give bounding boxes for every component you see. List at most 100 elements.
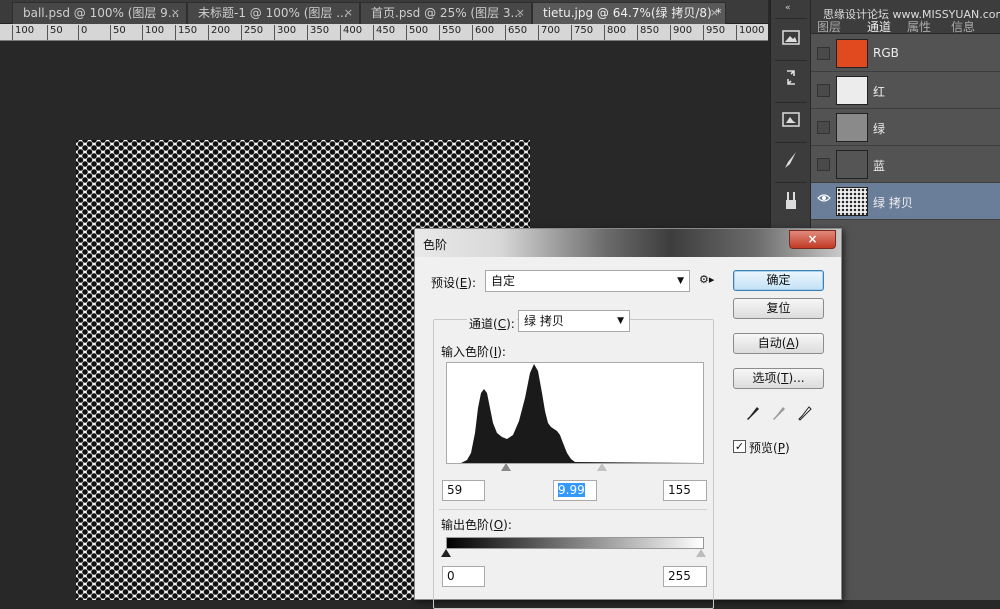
tab-close-icon[interactable]: ×: [171, 3, 180, 23]
gray-eyedropper-icon[interactable]: [771, 405, 787, 423]
output-black-field[interactable]: 0: [442, 566, 485, 587]
channel-label: 蓝: [873, 159, 886, 173]
channel-row-green-copy[interactable]: 绿 拷贝: [811, 183, 1000, 220]
output-white-slider[interactable]: [696, 549, 706, 557]
ruler-label: 750: [571, 25, 593, 40]
collapse-panels-icon[interactable]: «: [785, 3, 791, 13]
ruler-label: 700: [538, 25, 560, 40]
tab-tietu-jpg[interactable]: tietu.jpg @ 64.7%(绿 拷贝/8) * ×: [532, 2, 726, 24]
preset-value: 自定: [491, 274, 516, 288]
history-panel-icon[interactable]: [779, 68, 803, 92]
ruler-label: 400: [340, 25, 362, 40]
ruler-label: 800: [604, 25, 626, 40]
ruler-label: 50: [110, 25, 126, 40]
ruler-label: 1000: [736, 25, 764, 40]
tab-label: tietu.jpg @ 64.7%(绿 拷贝/8) *: [543, 6, 722, 20]
black-eyedropper-icon[interactable]: [745, 405, 761, 423]
input-black-field[interactable]: 59: [442, 480, 485, 501]
output-white-field[interactable]: 255: [663, 566, 707, 587]
tab-untitled-1[interactable]: 未标题-1 @ 100% (图层 ... ×: [187, 2, 360, 24]
panel-tab-header: 思缘设计论坛 www.MISSYUAN.com 图层 通道 属性 信息: [811, 0, 1000, 34]
ruler-label: 450: [373, 25, 395, 40]
ruler-label: 50: [47, 25, 63, 40]
channel-row-green[interactable]: 绿: [811, 109, 1000, 146]
channel-row-blue[interactable]: 蓝: [811, 146, 1000, 183]
close-button[interactable]: ×: [789, 230, 836, 249]
channel-row-red[interactable]: 红: [811, 72, 1000, 109]
channel-value: 绿 拷贝: [524, 314, 564, 328]
divider: [439, 509, 707, 510]
ruler-label: 900: [670, 25, 692, 40]
tab-close-icon[interactable]: ×: [344, 3, 353, 23]
channel-select[interactable]: 绿 拷贝 ▼: [518, 310, 630, 332]
visibility-toggle[interactable]: [817, 158, 830, 171]
eye-icon[interactable]: [817, 192, 831, 205]
chevron-down-icon: ▼: [617, 316, 624, 326]
ruler-label: 100: [142, 25, 164, 40]
options-button[interactable]: 选项(T)...: [733, 368, 824, 389]
visibility-toggle[interactable]: [817, 84, 830, 97]
divider: [775, 60, 807, 61]
properties-panel-icon[interactable]: [779, 110, 803, 134]
gear-icon[interactable]: ⚙▸: [699, 273, 714, 286]
tab-properties[interactable]: 属性: [907, 18, 931, 35]
tab-label: ball.psd @ 100% (图层 9...: [23, 6, 180, 20]
tab-label: 首页.psd @ 25% (图层 3...: [371, 6, 522, 20]
ruler-label: 500: [406, 25, 428, 40]
white-eyedropper-icon[interactable]: [797, 405, 813, 423]
channel-row-rgb[interactable]: RGB: [811, 35, 1000, 72]
output-levels-label: 输出色阶(O):: [441, 518, 512, 532]
dialog-title: 色阶: [423, 238, 448, 252]
channel-label: 红: [873, 85, 886, 99]
input-gamma-field[interactable]: 9.99: [553, 480, 597, 501]
tab-label: 未标题-1 @ 100% (图层 ...: [198, 6, 348, 20]
histogram: [446, 362, 704, 464]
dialog-titlebar[interactable]: 色阶 ×: [415, 229, 841, 257]
ruler-label: 950: [703, 25, 725, 40]
tab-info[interactable]: 信息: [951, 18, 975, 35]
ruler-label: 600: [472, 25, 494, 40]
output-gradient-bar: [446, 537, 704, 549]
channel-thumbnail: [836, 113, 868, 142]
divider: [775, 102, 807, 103]
tab-channels[interactable]: 通道: [867, 18, 891, 35]
auto-button[interactable]: 自动(A): [733, 333, 824, 354]
tab-layers[interactable]: 图层: [817, 18, 841, 35]
channel-thumbnail: [836, 39, 868, 68]
horizontal-ruler: 100 50 0 50 100 150 200 250 300 350 400 …: [0, 24, 768, 41]
channel-label: 绿: [873, 122, 886, 136]
tool-presets-icon[interactable]: [779, 190, 803, 214]
channel-thumbnail: [836, 187, 868, 216]
preset-label: 预设(E):: [431, 276, 477, 290]
ruler-label: 250: [241, 25, 263, 40]
input-white-field[interactable]: 155: [663, 480, 707, 501]
channel-label: 绿 拷贝: [873, 196, 913, 210]
visibility-toggle[interactable]: [817, 121, 830, 134]
image-panel-icon[interactable]: [779, 28, 803, 52]
output-black-slider[interactable]: [441, 549, 451, 557]
tab-close-icon[interactable]: ×: [516, 3, 525, 23]
ruler-label: 650: [505, 25, 527, 40]
ok-button[interactable]: 确定: [733, 270, 824, 291]
preset-select[interactable]: 自定 ▼: [485, 270, 690, 292]
preview-checkbox[interactable]: ✓: [733, 440, 746, 453]
visibility-toggle[interactable]: [817, 47, 830, 60]
input-levels-label: 输入色阶(I):: [441, 345, 506, 359]
preview-label: 预览(P): [749, 441, 790, 455]
ruler-label: 550: [439, 25, 461, 40]
tab-close-icon[interactable]: ×: [710, 3, 719, 23]
document-tab-bar: ball.psd @ 100% (图层 9... × 未标题-1 @ 100% …: [0, 0, 768, 24]
reset-button[interactable]: 复位: [733, 298, 824, 319]
ruler-label: 350: [307, 25, 329, 40]
input-white-slider[interactable]: [597, 463, 607, 471]
ruler-label: 0: [78, 25, 87, 40]
ruler-label: 300: [274, 25, 296, 40]
divider: [775, 142, 807, 143]
chevron-down-icon: ▼: [677, 276, 684, 286]
channel-label: RGB: [873, 46, 899, 60]
tab-home-psd[interactable]: 首页.psd @ 25% (图层 3... ×: [360, 2, 532, 24]
tab-ball-psd[interactable]: ball.psd @ 100% (图层 9... ×: [12, 2, 187, 24]
divider: [775, 18, 807, 19]
input-black-slider[interactable]: [501, 463, 511, 471]
brush-panel-icon[interactable]: [779, 150, 803, 174]
